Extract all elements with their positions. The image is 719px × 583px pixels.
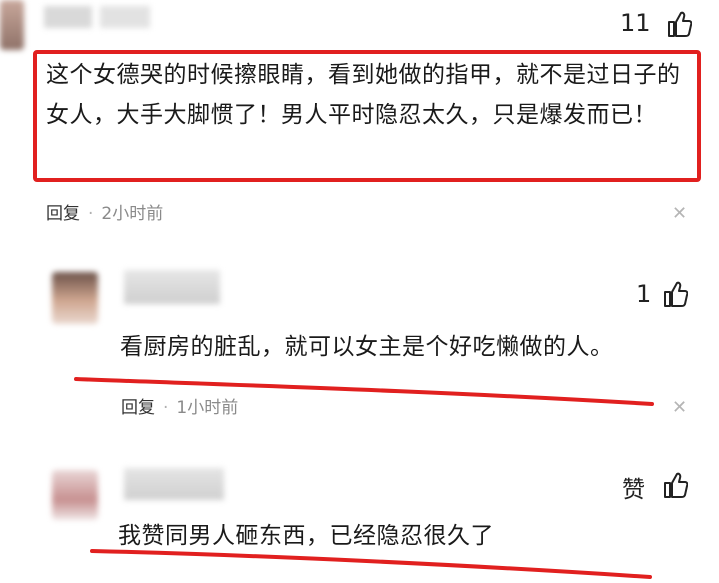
avatar[interactable] bbox=[52, 470, 98, 520]
separator-dot: · bbox=[163, 398, 169, 418]
username[interactable] bbox=[124, 270, 220, 304]
separator-dot: · bbox=[88, 204, 94, 224]
like-count: 1 bbox=[636, 280, 652, 308]
avatar[interactable] bbox=[52, 272, 98, 324]
thumbs-up-icon[interactable] bbox=[662, 280, 688, 308]
username-extra bbox=[100, 6, 150, 28]
red-underline bbox=[90, 549, 652, 579]
red-underline bbox=[74, 377, 654, 406]
thumbs-up-icon[interactable] bbox=[666, 10, 692, 38]
thumbs-up-icon[interactable] bbox=[662, 471, 688, 499]
avatar[interactable] bbox=[0, 0, 24, 50]
close-icon[interactable]: ✕ bbox=[672, 397, 687, 418]
timestamp: 2小时前 bbox=[101, 204, 164, 224]
like-count: 11 bbox=[620, 9, 651, 37]
comment-meta: 回复 · 2小时前 bbox=[46, 199, 163, 224]
reply-button[interactable]: 回复 bbox=[121, 398, 155, 418]
reply-button[interactable]: 回复 bbox=[46, 204, 80, 224]
like-label: 赞 bbox=[622, 477, 645, 503]
comment-text: 看厨房的脏乱，就可以女主是个好吃懒做的人。 bbox=[120, 334, 614, 360]
comment-meta: 回复 · 1小时前 bbox=[121, 393, 238, 418]
username[interactable] bbox=[44, 6, 92, 28]
timestamp: 1小时前 bbox=[176, 398, 239, 418]
comment-text: 这个女德哭的时候擦眼睛，看到她做的指甲，就不是过日子的女人，大手大脚惯了！男人平… bbox=[46, 62, 681, 128]
username[interactable] bbox=[124, 468, 224, 500]
close-icon[interactable]: ✕ bbox=[672, 203, 687, 224]
